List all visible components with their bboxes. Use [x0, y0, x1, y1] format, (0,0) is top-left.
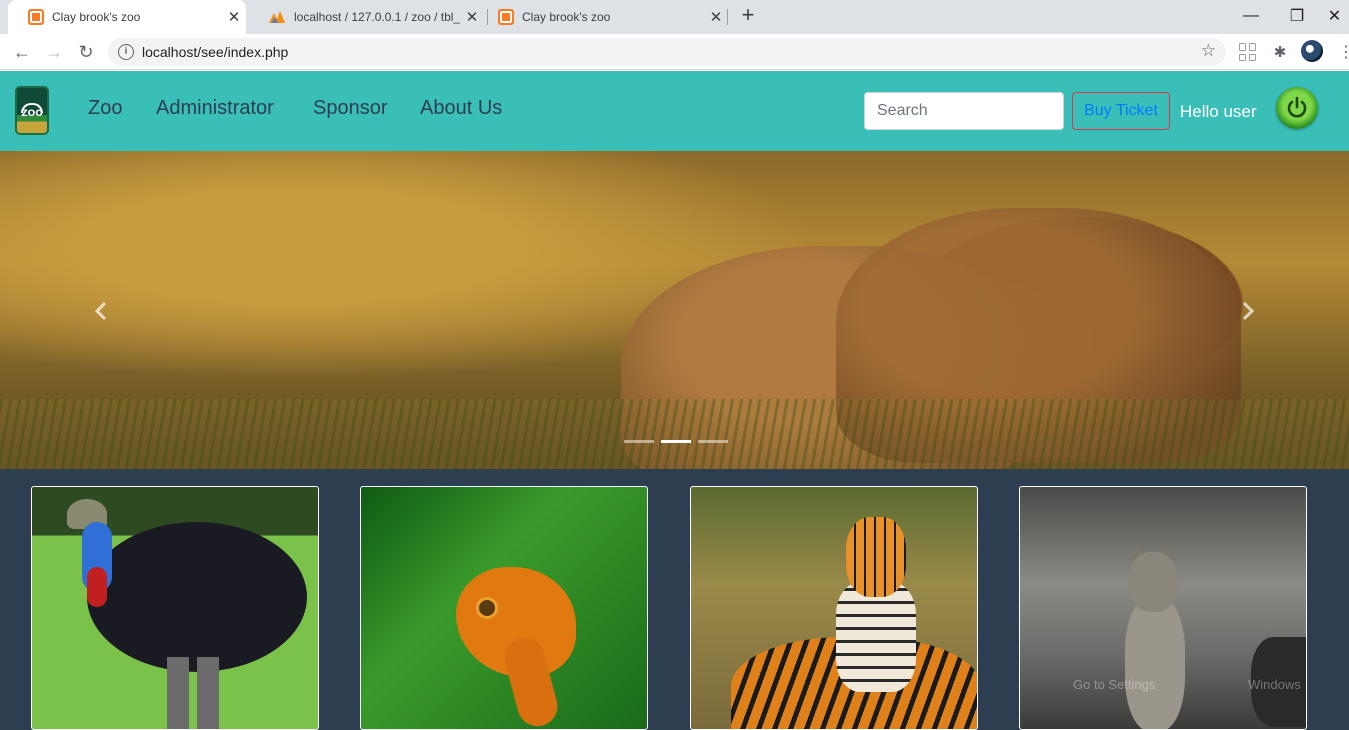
tiger-head	[846, 517, 906, 597]
back-icon[interactable]: ←	[8, 38, 36, 66]
nav-link-administrator[interactable]: Administrator	[156, 97, 274, 120]
carousel-next-button[interactable]	[1233, 291, 1263, 331]
nav-link-sponsor[interactable]: Sponsor	[313, 97, 388, 120]
bookmark-star-icon[interactable]: ☆	[1201, 41, 1216, 61]
carousel-indicator[interactable]	[624, 440, 654, 443]
extensions-icon[interactable]: ✱	[1271, 43, 1289, 61]
xampp-icon	[498, 9, 514, 25]
hero-carousel	[0, 151, 1349, 469]
restore-icon[interactable]: ❐	[1274, 0, 1320, 32]
site-navbar: ZOO Zoo Administrator Sponsor About Us B…	[0, 71, 1349, 151]
chevron-left-icon	[94, 301, 107, 321]
chevron-right-icon	[1242, 301, 1255, 321]
zoo-logo[interactable]: ZOO	[15, 86, 49, 135]
tab-divider	[727, 9, 728, 25]
animal-card-cassowary[interactable]	[31, 486, 319, 730]
close-window-icon[interactable]: ✕	[1320, 0, 1349, 32]
nav-link-zoo[interactable]: Zoo	[88, 97, 122, 120]
animal-card-wolf[interactable]	[1019, 486, 1307, 730]
search-input[interactable]	[864, 92, 1064, 130]
carousel-prev-button[interactable]	[86, 291, 116, 331]
wolf-body	[1125, 597, 1185, 729]
forward-icon[interactable]: →	[40, 38, 68, 66]
browser-address-bar: ← → ↻ i localhost/see/index.php ☆ ✱	[0, 34, 1349, 70]
close-tab-icon[interactable]: ✕	[222, 8, 246, 26]
carousel-indicator-active[interactable]	[661, 440, 691, 443]
browser-tab-title: Clay brook's zoo	[522, 10, 611, 24]
cassowary-leg	[167, 657, 189, 729]
profile-avatar[interactable]	[1301, 40, 1323, 62]
grass-overlay	[0, 399, 1349, 469]
logout-power-button[interactable]	[1276, 87, 1318, 129]
logo-text: ZOO	[21, 108, 43, 119]
wolf-head	[1128, 552, 1178, 612]
tiger-chest	[836, 582, 916, 692]
power-icon	[1287, 96, 1307, 118]
browser-tab-1[interactable]: Clay brook's zoo ✕	[8, 0, 246, 34]
new-tab-icon[interactable]: +	[736, 4, 760, 28]
buy-ticket-button[interactable]: Buy Ticket	[1072, 92, 1170, 130]
animal-card-frog[interactable]	[360, 486, 648, 730]
carousel-indicators	[624, 440, 728, 443]
activation-watermark: Windows	[1248, 677, 1301, 692]
url-text: localhost/see/index.php	[142, 44, 289, 60]
activation-watermark: Go to Settings	[1073, 677, 1156, 692]
apps-grid-icon[interactable]	[1239, 43, 1257, 61]
cassowary-leg	[197, 657, 219, 729]
user-greeting: Hello user	[1180, 102, 1257, 121]
browser-menu-icon[interactable]: ⋮	[1338, 42, 1349, 62]
url-input[interactable]: i localhost/see/index.php ☆	[108, 38, 1226, 66]
close-tab-icon[interactable]: ✕	[704, 8, 728, 26]
browser-tab-title: localhost / 127.0.0.1 / zoo / tbl_fi	[294, 10, 460, 24]
browser-tab-bar: Clay brook's zoo ✕ localhost / 127.0.0.1…	[0, 0, 1349, 34]
xampp-icon	[28, 9, 44, 25]
browser-tab-3[interactable]: Clay brook's zoo ✕	[478, 0, 728, 34]
nav-link-about-us[interactable]: About Us	[420, 97, 502, 120]
animal-card-tiger[interactable]	[690, 486, 978, 730]
reload-icon[interactable]: ↻	[72, 38, 100, 66]
minimize-icon[interactable]: —	[1228, 0, 1274, 32]
phpmyadmin-icon	[268, 9, 286, 25]
browser-tab-2[interactable]: localhost / 127.0.0.1 / zoo / tbl_fi ✕	[248, 0, 484, 34]
browser-tab-title: Clay brook's zoo	[52, 10, 141, 24]
cassowary-wattle	[87, 567, 107, 607]
cassowary-body	[87, 522, 307, 672]
site-info-icon[interactable]: i	[118, 44, 134, 60]
carousel-indicator[interactable]	[698, 440, 728, 443]
frog-eye	[476, 597, 498, 619]
